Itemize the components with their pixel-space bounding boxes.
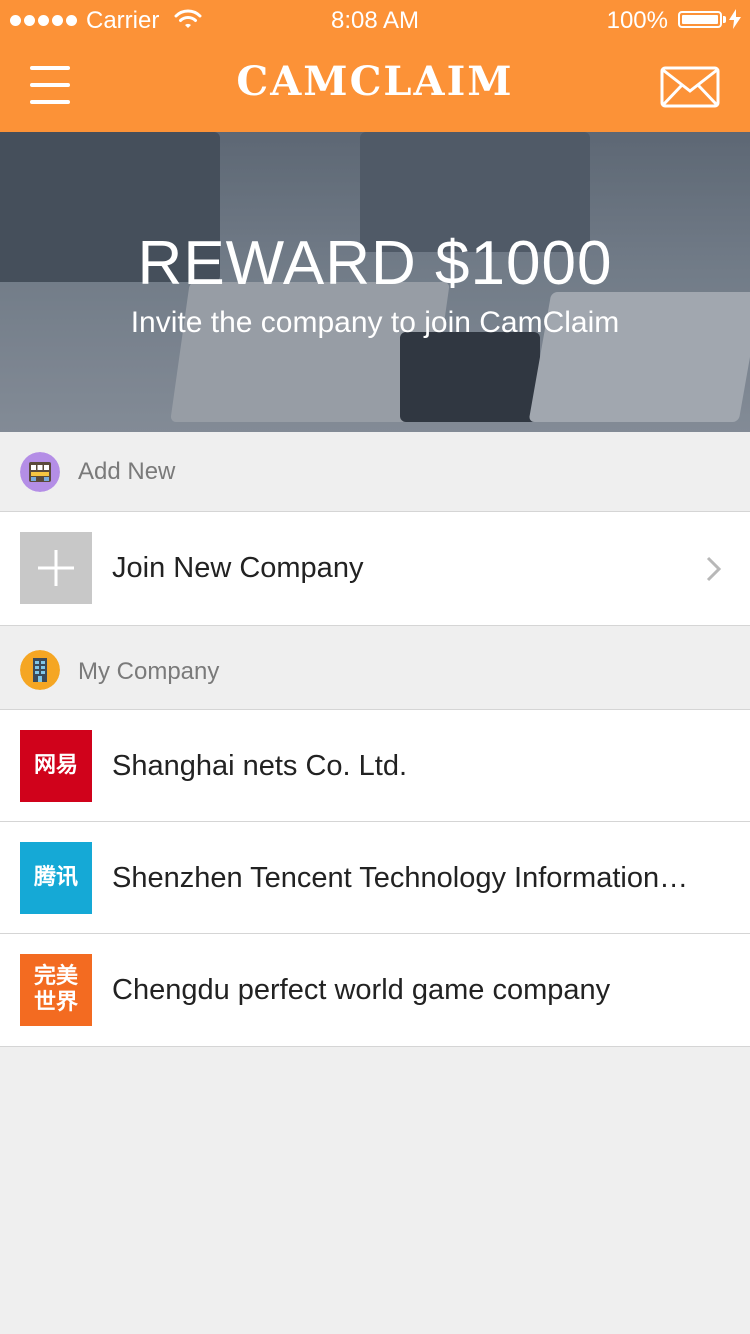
reward-banner[interactable]: REWARD $1000 Invite the company to join … [0, 132, 750, 432]
company-name: Shenzhen Tencent Technology Information… [112, 862, 689, 894]
banner-title: REWARD $1000 [137, 229, 613, 298]
section-label-add-new: Add New [78, 458, 176, 485]
section-header-my-company: My Company [0, 626, 750, 710]
battery-percentage: 100% [606, 7, 668, 34]
charging-bolt-icon [729, 9, 741, 29]
battery-icon [678, 11, 722, 28]
company-row[interactable]: 腾讯 Shenzhen Tencent Technology Informati… [0, 822, 750, 934]
app-logo: CAMCLAIM [236, 58, 514, 105]
mail-envelope-icon[interactable] [660, 66, 720, 108]
company-logo: 腾讯 [20, 842, 92, 914]
company-logo: 网易 [20, 730, 92, 802]
company-row[interactable]: 完美世界 Chengdu perfect world game company [0, 934, 750, 1047]
chevron-right-icon [706, 556, 722, 582]
top-bar: Carrier 8:08 AM 100% CAMCLAIM [0, 0, 750, 132]
store-icon [20, 452, 60, 492]
company-row[interactable]: 网易 Shanghai nets Co. Ltd. [0, 710, 750, 822]
battery-tip [723, 16, 726, 23]
join-new-company-label: Join New Company [112, 552, 364, 584]
status-bar: Carrier 8:08 AM 100% [0, 0, 750, 40]
company-name: Chengdu perfect world game company [112, 974, 611, 1006]
company-name: Shanghai nets Co. Ltd. [112, 750, 408, 782]
section-header-add-new: Add New [0, 432, 750, 512]
building-icon [20, 650, 60, 690]
plus-icon [20, 532, 92, 604]
company-logo: 完美世界 [20, 954, 92, 1026]
section-label-my-company: My Company [78, 658, 220, 685]
banner-subtitle: Invite the company to join CamClaim [130, 306, 620, 339]
join-new-company-row[interactable]: Join New Company [0, 512, 750, 626]
